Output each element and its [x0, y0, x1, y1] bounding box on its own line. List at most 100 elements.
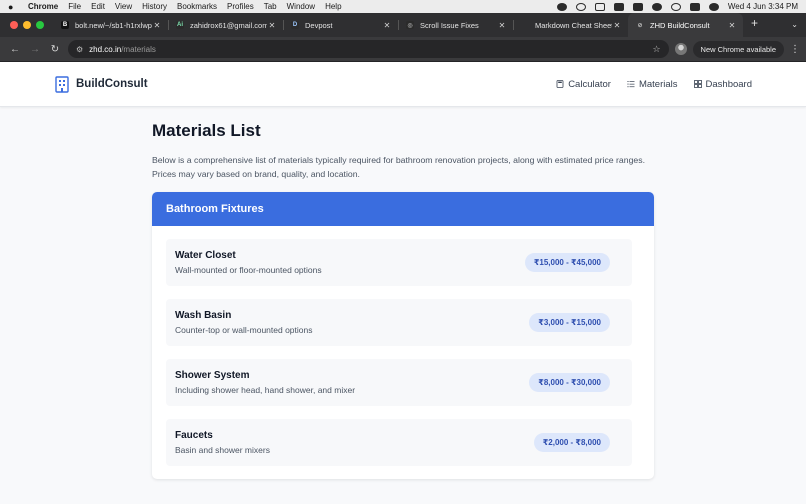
minimize-window-button[interactable] — [23, 21, 31, 29]
chrome-update-button[interactable]: New Chrome available — [692, 40, 784, 58]
close-tab-icon[interactable]: ✕ — [612, 21, 622, 30]
menu-profiles[interactable]: Profiles — [227, 2, 254, 11]
material-description: Wall-mounted or floor-mounted options — [175, 265, 322, 275]
status-target-icon[interactable] — [575, 2, 586, 11]
price-range-badge: ₹15,000 - ₹45,000 — [524, 253, 610, 272]
nav-materials-label: Materials — [638, 78, 678, 90]
close-window-button[interactable] — [10, 21, 18, 29]
new-tab-button[interactable]: + — [743, 16, 766, 35]
profile-avatar[interactable] — [674, 43, 687, 55]
browser-tab[interactable]: Markdown Cheat Sheet ✕ — [513, 13, 628, 37]
main-content: Materials List Below is a comprehensive … — [152, 107, 654, 479]
tab-favicon-icon: D — [291, 21, 299, 29]
url-host: zhd.co.in — [89, 44, 122, 54]
material-name: Shower System — [175, 370, 250, 381]
material-description: Basin and shower mixers — [175, 445, 270, 455]
close-tab-icon[interactable]: ✕ — [727, 21, 737, 30]
battery-icon[interactable] — [632, 2, 643, 11]
nav-dashboard-label: Dashboard — [705, 78, 752, 90]
tab-search-icon[interactable]: ⌄ — [783, 20, 806, 37]
menu-tab[interactable]: Tab — [264, 2, 277, 11]
material-text: Shower System Including shower head, hand… — [175, 370, 529, 395]
section-header: Bathroom Fixtures — [152, 192, 654, 226]
close-tab-icon[interactable]: ✕ — [497, 21, 507, 30]
material-item: Shower System Including shower head, hand… — [166, 359, 632, 406]
price-range-badge: ₹2,000 - ₹8,000 — [533, 433, 610, 452]
menu-window[interactable]: Window — [287, 2, 315, 11]
tab-title: Devpost — [305, 20, 333, 30]
nav-calculator[interactable]: Calculator — [556, 79, 611, 90]
brand-name: BuildConsult — [76, 78, 148, 90]
site-nav: Calculator Materials Dashboard — [556, 79, 752, 90]
tab-favicon-icon: ◎ — [406, 21, 414, 29]
browser-tab[interactable]: ⊘ ZHD BuildConsult ✕ — [628, 13, 743, 37]
menu-file[interactable]: File — [68, 2, 81, 11]
price-range-badge: ₹8,000 - ₹30,000 — [529, 373, 610, 392]
material-text: Faucets Basin and shower mixers — [175, 430, 534, 455]
tab-title: zahidrox61@gmail.com — [190, 20, 267, 30]
nav-dashboard[interactable]: Dashboard — [693, 78, 752, 90]
material-description: Including shower head, hand shower, and … — [175, 385, 356, 395]
material-description: Counter-top or wall-mounted options — [175, 325, 313, 335]
nav-calculator-label: Calculator — [568, 78, 611, 90]
tab-favicon-icon: Ai — [176, 21, 184, 29]
tab-title: ZHD BuildConsult — [650, 20, 710, 30]
menu-view[interactable]: View — [115, 2, 132, 11]
control-center-icon[interactable] — [689, 2, 700, 11]
close-tab-icon[interactable]: ✕ — [267, 21, 277, 30]
menu-edit[interactable]: Edit — [91, 2, 105, 11]
tab-title: Markdown Cheat Sheet — [535, 20, 612, 30]
address-bar[interactable]: ⚙ zhd.co.in/materials ☆ — [68, 40, 669, 58]
nav-materials[interactable]: Materials — [627, 79, 678, 90]
browser-tab[interactable]: Ai zahidrox61@gmail.com ✕ — [168, 13, 283, 37]
browser-tab[interactable]: Bbolt.new/~/sb1-h1rxlwp ✕ — [53, 13, 168, 37]
browser-tab[interactable]: ◎ Scroll Issue Fixes ✕ — [398, 13, 513, 37]
bookmark-star-icon[interactable]: ☆ — [652, 44, 660, 55]
menu-chrome[interactable]: Chrome — [28, 2, 58, 11]
section-card-bathroom-fixtures: Bathroom Fixtures Water Closet Wall-mount… — [152, 192, 654, 479]
spotlight-icon[interactable] — [670, 2, 681, 11]
list-icon — [627, 81, 635, 88]
wifi-icon[interactable] — [651, 2, 662, 11]
section-title: Bathroom Fixtures — [166, 203, 264, 215]
menu-help[interactable]: Help — [325, 2, 341, 11]
chrome-menu-icon[interactable]: ⋮ — [790, 44, 800, 55]
material-item: Faucets Basin and shower mixers ₹2,000 - ₹… — [166, 419, 632, 466]
zoom-window-button[interactable] — [36, 21, 44, 29]
materials-list: Water Closet Wall-mounted or floor-mounte… — [152, 226, 654, 479]
macos-menubar: ● Chrome File Edit View History Bookmark… — [0, 0, 806, 13]
status-copilot-icon[interactable] — [556, 2, 567, 11]
building-icon — [55, 75, 69, 93]
tab-favicon-icon: ⊘ — [637, 22, 643, 29]
tab-favicon-icon: B — [61, 21, 69, 29]
price-range-badge: ₹3,000 - ₹15,000 — [529, 313, 610, 332]
page-title: Materials List — [152, 121, 261, 140]
page-intro: Below is a comprehensive list of materia… — [152, 155, 646, 179]
browser-tab-strip: Bbolt.new/~/sb1-h1rxlwp ✕ Ai zahidrox61@gma… — [0, 13, 806, 37]
back-button[interactable]: ← — [8, 44, 22, 55]
site-header: BuildConsult Calculator Materials Dashbo… — [0, 62, 806, 107]
status-app-icon[interactable] — [594, 2, 605, 11]
siri-icon[interactable] — [708, 2, 719, 11]
tab-list: Bbolt.new/~/sb1-h1rxlwp ✕ Ai zahidrox61@gma… — [53, 13, 743, 37]
grid-icon — [693, 80, 702, 88]
apple-menu-icon[interactable]: ● — [8, 2, 18, 12]
tab-title: bolt.new/~/sb1-h1rxlwp — [75, 20, 152, 30]
tab-favicon-icon — [521, 21, 529, 29]
material-item: Water Closet Wall-mounted or floor-mounte… — [166, 239, 632, 286]
close-tab-icon[interactable]: ✕ — [152, 21, 162, 30]
browser-tab[interactable]: D Devpost ✕ — [283, 13, 398, 37]
reload-button[interactable]: ↻ — [48, 44, 62, 55]
site-info-icon[interactable]: ⚙ — [76, 45, 83, 54]
material-item: Wash Basin Counter-top or wall-mounted op… — [166, 299, 632, 346]
brand-link[interactable]: BuildConsult — [54, 75, 148, 93]
tab-title: Scroll Issue Fixes — [420, 20, 479, 30]
browser-toolbar: ← → ↻ ⚙ zhd.co.in/materials ☆ New Chrome… — [0, 37, 806, 62]
material-name: Wash Basin — [175, 310, 232, 321]
forward-button[interactable]: → — [28, 44, 42, 55]
menu-bookmarks[interactable]: Bookmarks — [177, 2, 217, 11]
menu-history[interactable]: History — [142, 2, 167, 11]
status-pause-icon[interactable] — [613, 2, 624, 11]
menubar-clock[interactable]: Wed 4 Jun 3:34 PM — [728, 2, 798, 11]
close-tab-icon[interactable]: ✕ — [382, 21, 392, 30]
